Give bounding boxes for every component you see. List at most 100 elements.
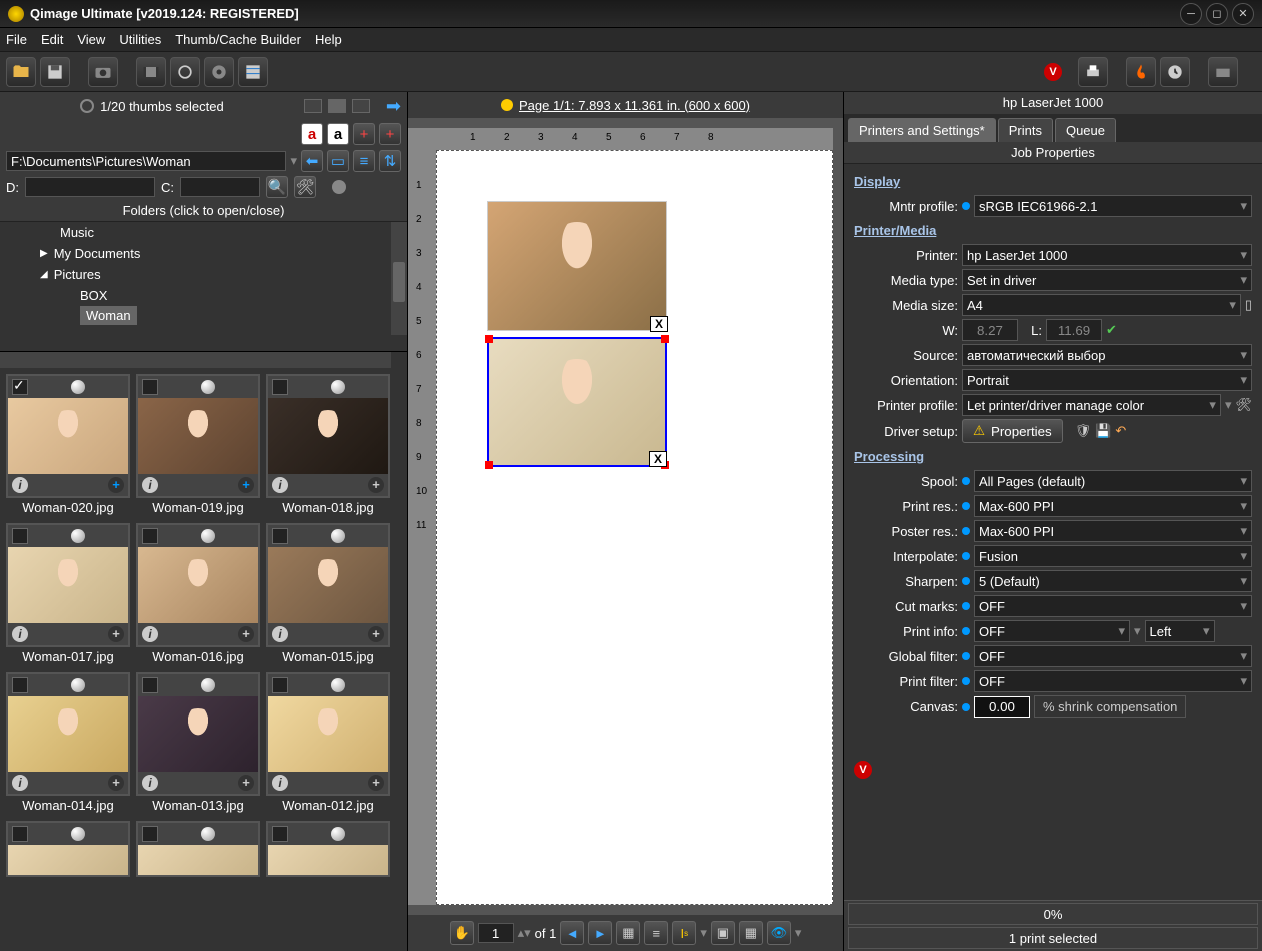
book-button[interactable]: ▭ (327, 150, 349, 172)
gear-button[interactable] (204, 57, 234, 87)
filmstrip-button[interactable] (136, 57, 166, 87)
grid-icon-2[interactable] (328, 99, 346, 113)
thumb-info-icon[interactable]: i (142, 477, 158, 493)
thumb-image[interactable] (138, 696, 258, 772)
page-number-input[interactable] (478, 923, 514, 943)
properties-button[interactable]: ⚠Properties (962, 419, 1063, 443)
thumb-checkbox[interactable] (142, 379, 158, 395)
folder-mydocs[interactable]: ▶My Documents (0, 243, 407, 264)
page-info-link[interactable]: Page 1/1: 7.893 x 11.361 in. (600 x 600) (519, 98, 750, 113)
binoculars-button[interactable]: 🔍 (266, 176, 288, 198)
drive-c-input[interactable] (180, 177, 260, 197)
thumb-image[interactable] (268, 696, 388, 772)
path-input[interactable] (6, 151, 286, 171)
source-combo[interactable]: автоматический выбор (962, 344, 1252, 366)
close-button[interactable]: ✕ (1232, 3, 1254, 25)
tools-button[interactable]: 🛠 (294, 176, 316, 198)
thumb-dot-icon[interactable] (201, 678, 215, 692)
thumb-info-icon[interactable]: i (272, 775, 288, 791)
folder-music[interactable]: Music (0, 222, 407, 243)
shield-icon[interactable]: 🛡 (1075, 423, 1092, 439)
thumb-info-icon[interactable]: i (12, 626, 28, 642)
print-page[interactable]: X X (436, 150, 833, 905)
thumb-checkbox[interactable] (142, 528, 158, 544)
thumb-dot-icon[interactable] (71, 678, 85, 692)
print-filter-combo[interactable]: OFF (974, 670, 1252, 692)
save-icon[interactable]: 💾 (1095, 423, 1111, 439)
width-input[interactable] (962, 319, 1018, 341)
cut-marks-combo[interactable]: OFF (974, 595, 1252, 617)
orientation-combo[interactable]: Portrait (962, 369, 1252, 391)
thumb-image[interactable] (138, 845, 258, 875)
spool-combo[interactable]: All Pages (default) (974, 470, 1252, 492)
printer-combo[interactable]: hp LaserJet 1000 (962, 244, 1252, 266)
thumb-info-icon[interactable]: i (272, 626, 288, 642)
v-badge-icon[interactable]: V (1044, 63, 1062, 81)
thumb-box[interactable] (266, 821, 390, 877)
thumb-dot-icon[interactable] (331, 380, 345, 394)
minimize-button[interactable]: ─ (1180, 3, 1202, 25)
add2-button[interactable]: + (379, 123, 401, 145)
thumb-checkbox[interactable] (12, 677, 28, 693)
menu-thumb-cache[interactable]: Thumb/Cache Builder (175, 32, 301, 47)
tab-printers-settings[interactable]: Printers and Settings* (848, 118, 996, 142)
thumb-info-icon[interactable]: i (12, 477, 28, 493)
print-info-side-combo[interactable]: Left (1145, 620, 1215, 642)
thumb-box[interactable] (136, 821, 260, 877)
open-folder-button[interactable] (6, 57, 36, 87)
canvas-input[interactable] (974, 696, 1030, 718)
media-size-extra-icon[interactable]: ▯ (1245, 297, 1252, 313)
thumb-checkbox[interactable] (272, 677, 288, 693)
thumb-dot-icon[interactable] (71, 827, 85, 841)
menu-file[interactable]: File (6, 32, 27, 47)
length-input[interactable] (1046, 319, 1102, 341)
print-image-2[interactable]: X (487, 337, 667, 467)
thumb-add-icon[interactable]: + (368, 477, 384, 493)
thumb-box[interactable]: i+ (266, 672, 390, 796)
thumb-checkbox[interactable] (142, 677, 158, 693)
media-type-combo[interactable]: Set in driver (962, 269, 1252, 291)
thumb-box[interactable]: i+ (136, 672, 260, 796)
list-button[interactable]: ≡ (353, 150, 375, 172)
remove-print-1-button[interactable]: X (650, 316, 668, 332)
folders-header[interactable]: Folders (click to open/close) (0, 200, 407, 222)
tree-scrollbar-h[interactable] (0, 352, 391, 368)
section-processing[interactable]: Processing (854, 449, 1252, 464)
thumb-add-icon[interactable]: + (238, 477, 254, 493)
folder-box[interactable]: BOX (0, 285, 407, 306)
folder-woman[interactable]: Woman (80, 306, 137, 325)
thumb-checkbox[interactable] (12, 528, 28, 544)
hand-tool-button[interactable]: ✋ (450, 921, 474, 945)
preview-button[interactable]: 👁 (767, 921, 791, 945)
thumb-box[interactable] (6, 821, 130, 877)
sharpen-combo[interactable]: 5 (Default) (974, 570, 1252, 592)
selection-radio-icon[interactable] (80, 99, 94, 113)
thumb-box[interactable]: i+ (6, 672, 130, 796)
thumb-checkbox[interactable] (272, 379, 288, 395)
thumb-dot-icon[interactable] (331, 827, 345, 841)
thumb-image[interactable] (138, 398, 258, 474)
drive-d-input[interactable] (25, 177, 155, 197)
dropdown-icon[interactable]: ▾ (1134, 623, 1141, 639)
section-display[interactable]: Display (854, 174, 1252, 189)
thumb-image[interactable] (8, 845, 128, 875)
print-button[interactable] (1078, 57, 1108, 87)
tools-icon[interactable]: 🛠 (1235, 397, 1252, 413)
tab-prints[interactable]: Prints (998, 118, 1053, 142)
thumb-image[interactable] (8, 696, 128, 772)
thumb-checkbox[interactable] (12, 826, 28, 842)
menu-help[interactable]: Help (315, 32, 342, 47)
arrow-right-icon[interactable]: ➡ (386, 96, 401, 117)
menu-utilities[interactable]: Utilities (119, 32, 161, 47)
thumb-image[interactable] (268, 547, 388, 623)
thumb-dot-icon[interactable] (71, 529, 85, 543)
grid-icon-3[interactable] (352, 99, 370, 113)
thumb-box[interactable]: i+ (6, 374, 130, 498)
cursor-size-button[interactable]: Is (672, 921, 696, 945)
path-dropdown-icon[interactable]: ▾ (290, 153, 297, 169)
tree-scrollbar[interactable] (391, 222, 407, 335)
table-button[interactable] (238, 57, 268, 87)
page-layout-button[interactable]: ▦ (616, 921, 640, 945)
thumb-box[interactable]: i+ (266, 374, 390, 498)
save-button[interactable] (40, 57, 70, 87)
